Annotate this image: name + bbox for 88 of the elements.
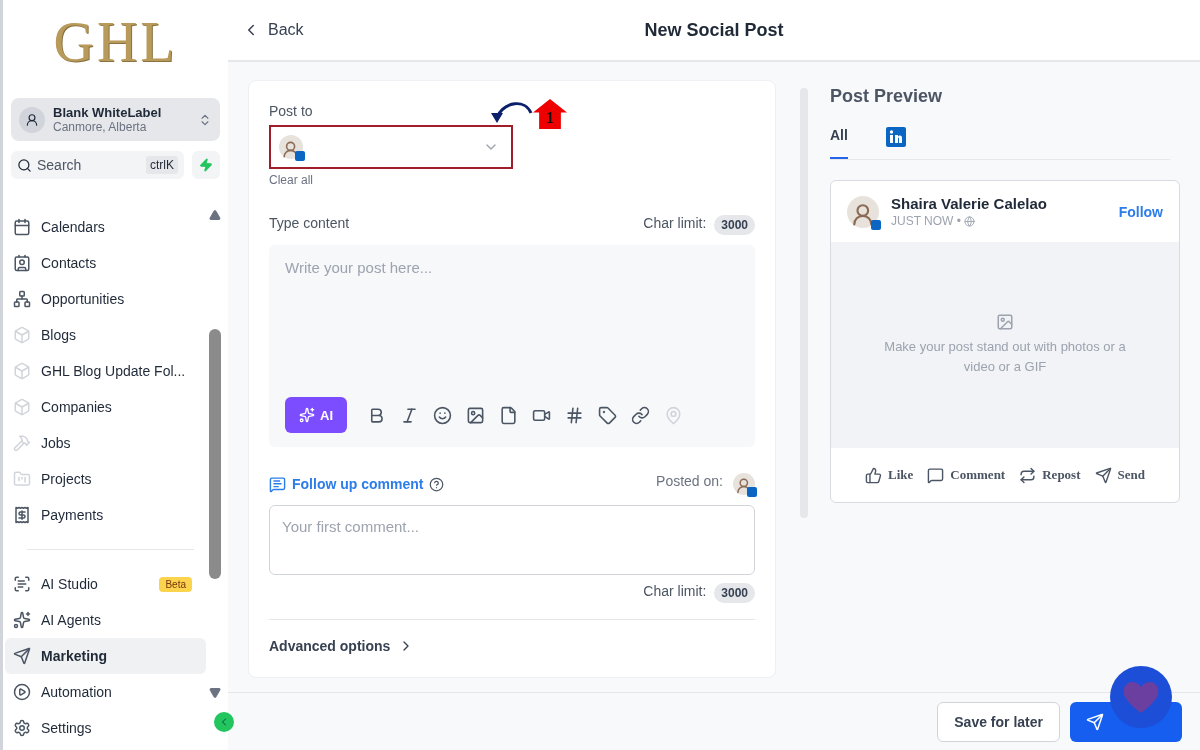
hashtag-icon[interactable] bbox=[565, 405, 584, 425]
send-icon bbox=[1086, 712, 1104, 731]
search-icon bbox=[17, 157, 32, 173]
account-switcher[interactable]: Blank WhiteLabel Canmore, Alberta bbox=[11, 98, 220, 141]
clear-all-link[interactable]: Clear all bbox=[269, 173, 313, 187]
field-label: Post to bbox=[269, 103, 313, 119]
nav-icon bbox=[13, 362, 31, 380]
post-action[interactable]: Comment bbox=[927, 466, 1006, 484]
nav-item[interactable]: Settings bbox=[5, 710, 206, 746]
scroll-down-icon[interactable] bbox=[209, 687, 221, 699]
step-marker: 1 bbox=[533, 99, 567, 129]
nav-icon bbox=[13, 290, 31, 308]
nav-icon bbox=[13, 575, 31, 593]
beta-badge: Beta bbox=[159, 576, 192, 592]
avatar bbox=[733, 473, 755, 495]
scroll-up-icon[interactable] bbox=[209, 209, 221, 221]
follow-up-comment-link[interactable]: Follow up comment bbox=[269, 475, 445, 493]
nav-item[interactable]: Blogs bbox=[5, 317, 206, 353]
char-limit-count: 3000 bbox=[714, 583, 755, 603]
nav-item[interactable]: Companies bbox=[5, 389, 206, 425]
link-icon[interactable] bbox=[631, 405, 650, 425]
nav-item[interactable]: AI Agents bbox=[5, 602, 206, 638]
nav-item[interactable]: Marketing bbox=[5, 638, 206, 674]
nav-icon bbox=[13, 434, 31, 452]
advanced-options-toggle[interactable]: Advanced options bbox=[269, 619, 755, 654]
comment-icon bbox=[927, 466, 945, 484]
nav-item[interactable]: GHL Blog Update Fol... bbox=[5, 353, 206, 389]
shortcut-key: ctrlK bbox=[146, 156, 178, 174]
nav-icon bbox=[13, 719, 31, 737]
thumbs-up-icon bbox=[865, 466, 883, 484]
heart-icon bbox=[1121, 679, 1161, 715]
sparkle-icon bbox=[299, 407, 315, 423]
image-icon bbox=[996, 313, 1014, 331]
file-icon[interactable] bbox=[499, 405, 518, 425]
nav-item[interactable]: Calendars bbox=[5, 209, 206, 245]
field-label: Type content bbox=[269, 215, 350, 231]
italic-icon[interactable] bbox=[400, 405, 419, 425]
comment-icon bbox=[269, 475, 286, 493]
post-time: JUST NOW • bbox=[891, 214, 961, 228]
logo: GHL bbox=[53, 10, 178, 75]
ai-button[interactable]: AI bbox=[285, 397, 347, 433]
nav-icon bbox=[13, 506, 31, 524]
send-icon bbox=[1094, 466, 1112, 484]
nav-icon bbox=[13, 254, 31, 272]
nav-item[interactable]: Automation bbox=[5, 674, 206, 710]
back-button[interactable]: Back bbox=[242, 21, 304, 39]
nav-icon bbox=[13, 683, 31, 701]
search-field[interactable]: Search ctrlK bbox=[11, 151, 184, 179]
avatar bbox=[847, 195, 879, 228]
nav-item[interactable]: Payments bbox=[5, 497, 206, 533]
tag-icon[interactable] bbox=[598, 405, 617, 425]
curved-arrow-icon bbox=[491, 99, 533, 125]
nav-item[interactable]: AI Studio Beta bbox=[5, 566, 206, 602]
scrollbar-thumb[interactable] bbox=[209, 329, 221, 579]
nav-icon bbox=[13, 326, 31, 344]
char-limit-count: 3000 bbox=[714, 215, 755, 235]
lightning-icon bbox=[199, 158, 213, 172]
nav-icon bbox=[13, 218, 31, 236]
nav-item[interactable]: Contacts bbox=[5, 245, 206, 281]
help-icon bbox=[429, 476, 445, 492]
follow-link[interactable]: Follow bbox=[1118, 203, 1163, 220]
repost-icon bbox=[1019, 466, 1037, 484]
globe-icon bbox=[964, 215, 975, 227]
nav-icon bbox=[13, 398, 31, 416]
emoji-icon[interactable] bbox=[433, 405, 452, 425]
save-for-later-button[interactable]: Save for later bbox=[937, 701, 1060, 742]
nav-icon bbox=[13, 611, 31, 629]
image-icon[interactable] bbox=[466, 405, 485, 425]
preview-title: Post Preview bbox=[830, 86, 943, 107]
char-limit-label: Char limit: bbox=[643, 215, 707, 231]
nav-item[interactable]: Jobs bbox=[5, 425, 206, 461]
account-select[interactable] bbox=[269, 125, 513, 169]
posted-on-label: Posted on: bbox=[656, 473, 723, 489]
nav-item[interactable]: Opportunities bbox=[5, 281, 206, 317]
char-limit-label: Char limit: bbox=[643, 583, 707, 599]
preview-tab[interactable]: All bbox=[830, 127, 848, 159]
nav-icon bbox=[13, 470, 31, 488]
author-name: Shaira Valerie Calelao bbox=[891, 195, 1047, 212]
media-hint: Make your post stand out with photos or a video or a GIF bbox=[883, 338, 1127, 376]
nav-item[interactable]: Projects bbox=[5, 461, 206, 497]
avatar bbox=[279, 135, 303, 159]
post-editor[interactable]: Write your post here... AI bbox=[269, 245, 755, 447]
post-action[interactable]: Send bbox=[1094, 466, 1145, 484]
collapse-button[interactable] bbox=[214, 712, 234, 732]
post-action[interactable]: Repost bbox=[1019, 466, 1081, 484]
post-action[interactable]: Like bbox=[865, 466, 914, 484]
nav-icon bbox=[13, 647, 31, 665]
page-title: New Social Post bbox=[644, 19, 784, 41]
